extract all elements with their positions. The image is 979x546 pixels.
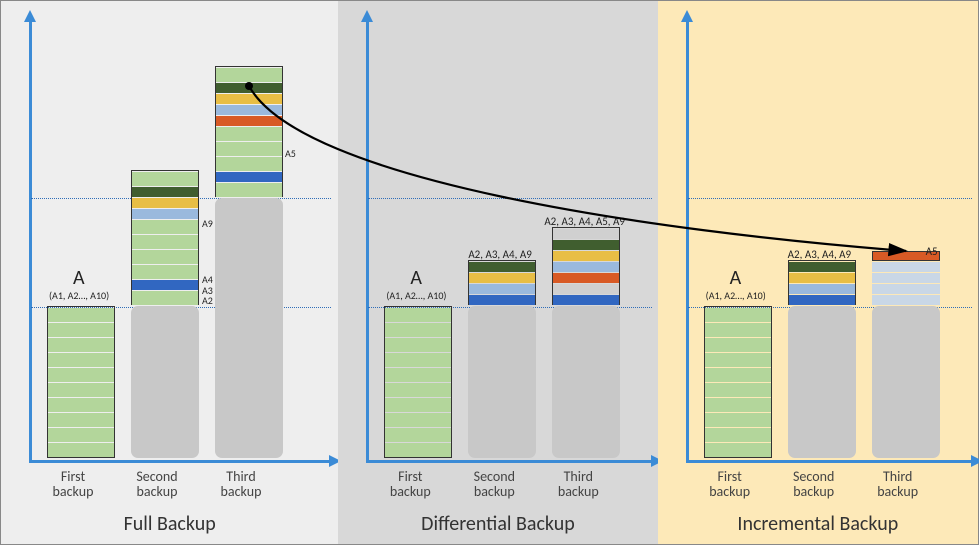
- x-label: Secondbackup: [115, 468, 199, 499]
- panel-title: Full Backup: [1, 512, 338, 536]
- y-axis-icon: [29, 19, 32, 462]
- panel-title: Differential Backup: [338, 512, 657, 536]
- panel-diff: A (A1, A2…, A10) A2, A3, A4, A9: [338, 1, 657, 544]
- panel-full: A (A1, A2…, A10) A2 A3 A4 A9: [1, 1, 338, 544]
- x-axis-icon: [366, 460, 654, 463]
- x-label: Firstbackup: [688, 468, 772, 499]
- diagram-container: Total Space occupied A (A1, A2…, A10) A2: [0, 0, 979, 545]
- bar-diff-third: [552, 227, 620, 458]
- x-axis-icon: [29, 460, 332, 463]
- guideline: [368, 198, 652, 199]
- side-label: A5: [285, 147, 296, 160]
- x-labels: Firstbackup Secondbackup Thirdbackup: [368, 468, 620, 499]
- stack-label: A2, A3, A4, A5, A9: [544, 215, 625, 228]
- dataset-label-desc: (A1, A2…, A10): [706, 289, 766, 302]
- x-label: Firstbackup: [31, 468, 115, 499]
- bar-full-first: [47, 306, 115, 458]
- x-label: Secondbackup: [772, 468, 856, 499]
- bar-incr-first: [704, 306, 772, 458]
- dataset-label-A: A: [410, 266, 422, 290]
- x-label: Thirdbackup: [199, 468, 283, 499]
- dataset-label-desc: (A1, A2…, A10): [386, 289, 446, 302]
- panel-incr: A (A1, A2…, A10) A2, A3, A4, A9 A5: [658, 1, 978, 544]
- dataset-label-desc: (A1, A2…, A10): [49, 289, 109, 302]
- side-label: A9: [202, 217, 213, 230]
- y-axis-icon: [366, 19, 369, 462]
- guideline: [688, 198, 972, 199]
- x-label: Secondbackup: [452, 468, 536, 499]
- stack-label: A5: [926, 245, 938, 258]
- bar-incr-second: [788, 260, 856, 458]
- bar-full-third: [215, 66, 283, 458]
- bar-incr-third: [872, 250, 940, 458]
- dataset-label-A: A: [73, 266, 85, 290]
- bar-diff-second: [468, 260, 536, 458]
- y-axis-icon: [686, 19, 689, 462]
- x-label: Firstbackup: [368, 468, 452, 499]
- stack-label: A2, A3, A4, A9: [468, 248, 531, 261]
- bar-diff-first: [384, 306, 452, 458]
- x-label: Thirdbackup: [856, 468, 940, 499]
- stack-label: A2, A3, A4, A9: [788, 248, 851, 261]
- side-label: A4: [202, 273, 213, 286]
- x-label: Thirdbackup: [536, 468, 620, 499]
- panel-title: Incremental Backup: [658, 512, 978, 536]
- x-labels: Firstbackup Secondbackup Thirdbackup: [31, 468, 283, 499]
- dataset-label-A: A: [730, 266, 742, 290]
- x-labels: Firstbackup Secondbackup Thirdbackup: [688, 468, 940, 499]
- bar-full-second: [131, 170, 199, 458]
- x-axis-icon: [686, 460, 974, 463]
